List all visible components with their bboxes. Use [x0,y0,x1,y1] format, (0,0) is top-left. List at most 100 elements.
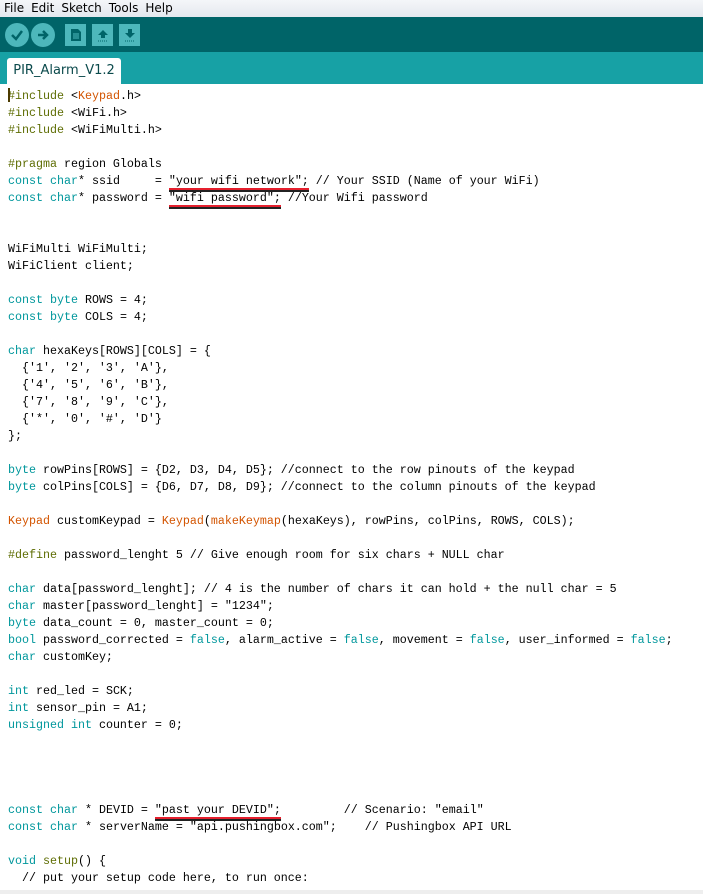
code-token: * serverName = "api.pushingbox.com"; // … [77,820,512,834]
code-token: password_lenght 5 // Give enough room fo… [56,548,505,562]
code-token: Keypad [77,89,120,103]
new-button[interactable] [65,24,86,46]
save-button[interactable] [119,24,140,46]
code-token: ; [665,633,673,647]
code-token: , movement = [378,633,470,647]
arrow-up-icon [97,30,108,42]
code-line: const char * serverName = "api.pushingbo… [8,819,673,836]
code-line: {'4', '5', '6', 'B'}, [8,377,673,394]
code-token: , user_informed = [504,633,631,647]
code-token: }; [8,429,22,443]
code-token: int [8,701,29,715]
code-token: byte [8,616,36,630]
code-line: const char * DEVID = "past your DEVID"; … [8,802,673,819]
code-token: ( [203,514,211,528]
code-token: rowPins[ROWS] = {D2, D3, D4, D5}; //conn… [35,463,575,477]
code-token: false [343,633,379,647]
code-line: #include <WiFiMulti.h> [8,122,673,139]
code-token: unsigned [8,718,64,732]
upload-button[interactable] [31,23,55,47]
code-line: {'*', '0', '#', 'D'} [8,411,673,428]
code-token: #pragma [8,157,57,171]
highlighted-string: "past your DEVID"; [154,803,281,819]
code-token: void [8,854,36,868]
menu-sketch[interactable]: Sketch [57,0,104,16]
code-token: setup [42,854,78,868]
check-icon [11,30,23,41]
code-line: int red_led = SCK; [8,683,673,700]
code-line: unsigned int counter = 0; [8,717,673,734]
code-line: void setup() { [8,853,673,870]
code-line: char hexaKeys[ROWS][COLS] = { [8,343,673,360]
open-button[interactable] [92,24,113,46]
code-token: red_led = SCK; [29,684,134,698]
menu-tools[interactable]: Tools [105,0,142,16]
code-token: {'4', '5', '6', 'B'}, [8,378,169,392]
menu-file[interactable]: File [0,0,27,16]
code-token: hexaKeys[ROWS][COLS] = { [35,344,211,358]
code-editor[interactable]: #include <Keypad.h> #include <WiFi.h> #inc… [0,84,703,890]
code-line: bool password_corrected = false, alarm_a… [8,632,673,649]
code-token: char [42,820,78,834]
code-token: Keypad [8,514,50,528]
code-token: COLS = 4; [77,310,148,324]
code-token: const [8,310,43,324]
code-line: char customKey; [8,649,673,666]
code-token: #include [8,106,71,120]
toolbar [0,17,703,52]
code-token: byte [42,293,78,307]
code-token: colPins[COLS] = {D6, D7, D8, D9}; //conn… [35,480,596,494]
code-line: char master[password_lenght] = "1234"; [8,598,673,615]
arrow-right-icon [38,30,49,40]
code-token: data[password_lenght]; // 4 is the numbe… [35,582,617,596]
code-token: {'1', '2', '3', 'A'}, [8,361,169,375]
arrow-down-icon [124,29,135,42]
code-token: const [8,191,43,205]
code-line: WiFiMulti WiFiMulti; [8,241,673,258]
menu-edit[interactable]: Edit [27,0,57,16]
code-token: // Scenario: "email" [280,803,484,817]
code-token: region Globals [56,157,162,171]
text-caret [8,88,10,102]
code-token: int [8,684,29,698]
code-text[interactable]: #include <Keypad.h> #include <WiFi.h> #inc… [8,88,673,887]
code-token: const [8,174,43,188]
code-token: < [70,89,78,103]
code-line: {'1', '2', '3', 'A'}, [8,360,673,377]
code-line: #include <Keypad.h> [8,88,673,105]
code-token: #include [8,123,71,137]
code-token: sensor_pin = A1; [29,701,148,715]
code-token: customKey; [35,650,113,664]
code-token: // put your setup code here, to run once… [8,871,309,885]
code-token: byte [8,480,36,494]
code-token: <WiFi.h> [70,106,127,120]
code-token: , alarm_active = [224,633,344,647]
code-line: #define password_lenght 5 // Give enough… [8,547,673,564]
code-token: () { [77,854,106,868]
code-token: password_corrected = [35,633,190,647]
code-line: // put your setup code here, to run once… [8,870,673,887]
code-token: const [8,820,43,834]
highlighted-string: "your wifi network"; [168,174,309,190]
code-token: bool [8,633,36,647]
menu-help[interactable]: Help [141,0,175,16]
code-token: char [42,803,78,817]
code-token: const [8,293,43,307]
code-token: .h> [119,89,141,103]
tab-pir-alarm[interactable]: PIR_Alarm_V1.2 [7,58,121,84]
verify-button[interactable] [5,23,29,47]
code-token: * ssid = [77,174,169,188]
code-token: byte [8,463,36,477]
code-line: const byte ROWS = 4; [8,292,673,309]
document-icon [70,29,81,41]
code-token: WiFiMulti WiFiMulti; [8,242,148,256]
code-line: char data[password_lenght]; // 4 is the … [8,581,673,598]
code-line: Keypad customKeypad = Keypad(makeKeymap(… [8,513,673,530]
